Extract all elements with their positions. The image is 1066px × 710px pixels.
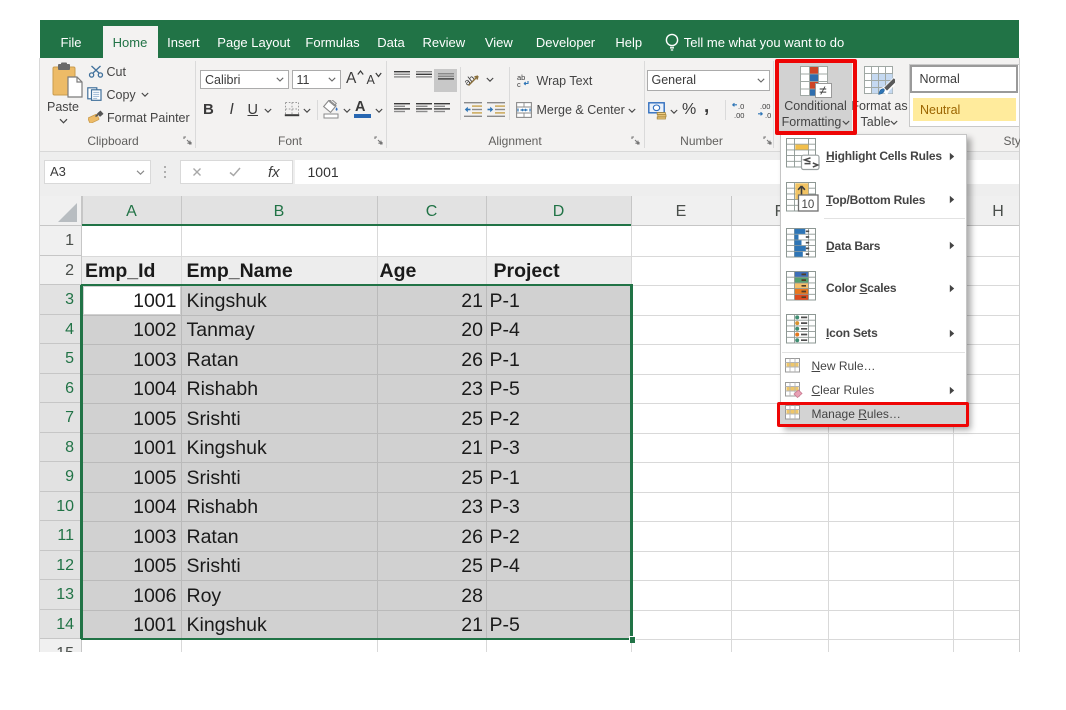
- svg-text:.00: .00: [760, 102, 770, 111]
- svg-text:.0: .0: [738, 102, 744, 111]
- svg-text:10: 10: [801, 199, 814, 211]
- svg-text:.0: .0: [765, 111, 771, 119]
- svg-text:c: c: [517, 80, 521, 87]
- svg-text:ab: ab: [464, 73, 477, 88]
- svg-text:.00: .00: [734, 111, 744, 119]
